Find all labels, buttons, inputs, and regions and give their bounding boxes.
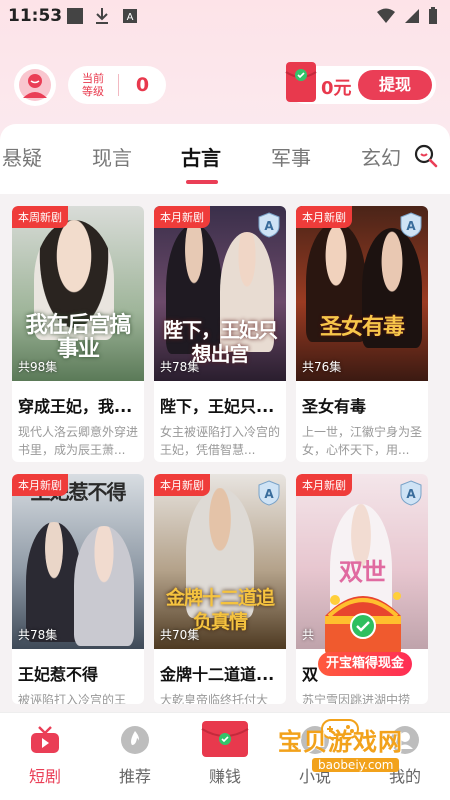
new-badge: 本月新剧 [296,206,352,228]
drama-poster: 圣女有毒 本月新剧 A 共76集 [296,206,428,381]
notification-square-icon [67,8,83,24]
nav-label: 短剧 [28,767,61,786]
episode-count: 共98集 [18,360,58,374]
flame-icon [121,726,149,754]
status-bar: 11:53 A [0,0,450,32]
svg-text:A: A [406,219,416,233]
svg-text:A: A [127,12,134,23]
withdraw-button[interactable]: 提现 [358,70,432,100]
level-pill[interactable]: 当前 等级 0 [68,66,166,104]
level-label: 当前 等级 [68,72,118,98]
drama-title: 圣女有毒 [302,397,367,416]
episode-count: 共78集 [18,628,58,642]
nav-item-short-drama[interactable]: 短剧 [10,725,80,787]
rating-a-badge-icon: A [400,480,422,506]
drama-card[interactable]: 我在后宫搞事业 本周新剧 共98集 穿成王妃，我... 现代人洛云卿意外穿进书里… [12,206,144,462]
download-icon [96,8,108,24]
drama-description: 现代人洛云卿意外穿进书里，成为辰王萧... [18,425,139,457]
nav-label: 赚钱 [208,767,241,786]
level-value: 0 [135,74,150,96]
svg-text:A: A [264,219,274,233]
drama-poster: 金牌十二道追负真情 本月新剧 A 共70集 [154,474,286,649]
tab-suspense[interactable]: 悬疑 [2,142,42,171]
drama-card[interactable]: 圣女有毒 本月新剧 A 共76集 圣女有毒 上一世，江徽宁身为圣女，心怀天下，用… [296,206,428,462]
tab-active-indicator [186,180,218,184]
episode-count: 共76集 [302,360,342,374]
tab-modern-romance[interactable]: 现言 [92,142,132,171]
status-right [376,7,438,25]
wallet-amount: 0元 [321,78,352,99]
svg-text:A: A [264,487,274,501]
wallet-pill[interactable]: 0元 提现 [285,62,436,104]
episode-count: 共 [302,628,315,642]
wifi-icon [377,8,395,23]
drama-title: 穿成王妃，我... [18,397,133,416]
avatar[interactable] [14,64,56,106]
drama-card[interactable]: 陛下，王妃只想出宫 本月新剧 A 共78集 陛下，王妃只... 女主被诬陷打入冷… [154,206,286,462]
rating-a-badge-icon: A [258,480,280,506]
drama-description: 被诬陷打入冷宫的王 [18,693,127,704]
category-tabs: 悬疑 现言 古言 军事 玄幻 [0,124,450,194]
episode-count: 共78集 [160,360,200,374]
drama-poster: 王妃惹不得 本月新剧 共78集 [12,474,144,649]
drama-description: 女主被诬陷打入冷宫的王妃，凭借智慧... [160,425,281,457]
drama-description: 苏宁雪因跳进湖中捞 [302,693,411,704]
nav-item-recommend[interactable]: 推荐 [100,725,170,787]
drama-card[interactable]: 金牌十二道追负真情 本月新剧 A 共70集 金牌十二道道... 大乾皇帝临终托付… [154,474,286,704]
poster-title-text: 我在后宫搞事业 [25,313,131,362]
svg-text:A: A [406,487,416,501]
new-badge: 本月新剧 [154,206,210,228]
battery-icon [429,7,437,24]
drama-title: 王妃惹不得 [18,665,99,684]
level-label-line2: 等级 [82,85,104,98]
red-envelope-icon [285,62,317,102]
new-badge: 本月新剧 [154,474,210,496]
tab-fantasy[interactable]: 玄幻 [361,142,401,171]
red-envelope-icon [201,721,249,757]
level-label-line1: 当前 [82,72,104,85]
drama-description: 上一世，江徽宁身为圣女，心怀天下，用... [302,425,423,457]
drama-poster: 陛下，王妃只想出宫 本月新剧 A 共78集 [154,206,286,381]
poster-title-text: 圣女有毒 [319,315,405,340]
header: 当前 等级 0 0元 提现 [0,60,450,112]
rating-a-badge-icon: A [258,212,280,238]
drama-description: 大乾皇帝临终托付大 [160,693,269,704]
site-watermark: 宝贝游戏网 baobeiy.com [278,719,446,782]
drama-title: 金牌十二道道... [160,665,275,684]
rating-a-badge-icon: A [400,212,422,238]
new-badge: 本周新剧 [12,206,68,228]
tv-icon [31,726,59,753]
new-badge: 本月新剧 [12,474,68,496]
new-badge: 本月新剧 [296,474,352,496]
app-notification-icon: A [123,9,137,23]
signal-icon [405,9,419,23]
drama-poster: 我在后宫搞事业 本周新剧 共98集 [12,206,144,381]
drama-card[interactable]: 王妃惹不得 本月新剧 共78集 王妃惹不得 被诬陷打入冷宫的王 [12,474,144,704]
watermark-url: baobeiy.com [312,758,400,772]
avatar-face-icon [19,69,51,101]
tab-military[interactable]: 军事 [271,142,311,171]
nav-item-earn[interactable]: 赚钱 [190,721,260,787]
watermark-main-text: 宝贝游戏网 [278,728,403,756]
nav-label: 推荐 [118,767,151,786]
episode-count: 共70集 [160,628,200,642]
tab-ancient-romance[interactable]: 古言 [181,142,221,171]
search-icon[interactable] [413,142,439,168]
treasure-chest-label[interactable]: 开宝箱得现金 [318,652,413,676]
status-time: 11:53 [8,6,63,26]
drama-title: 陛下，王妃只... [160,397,275,416]
